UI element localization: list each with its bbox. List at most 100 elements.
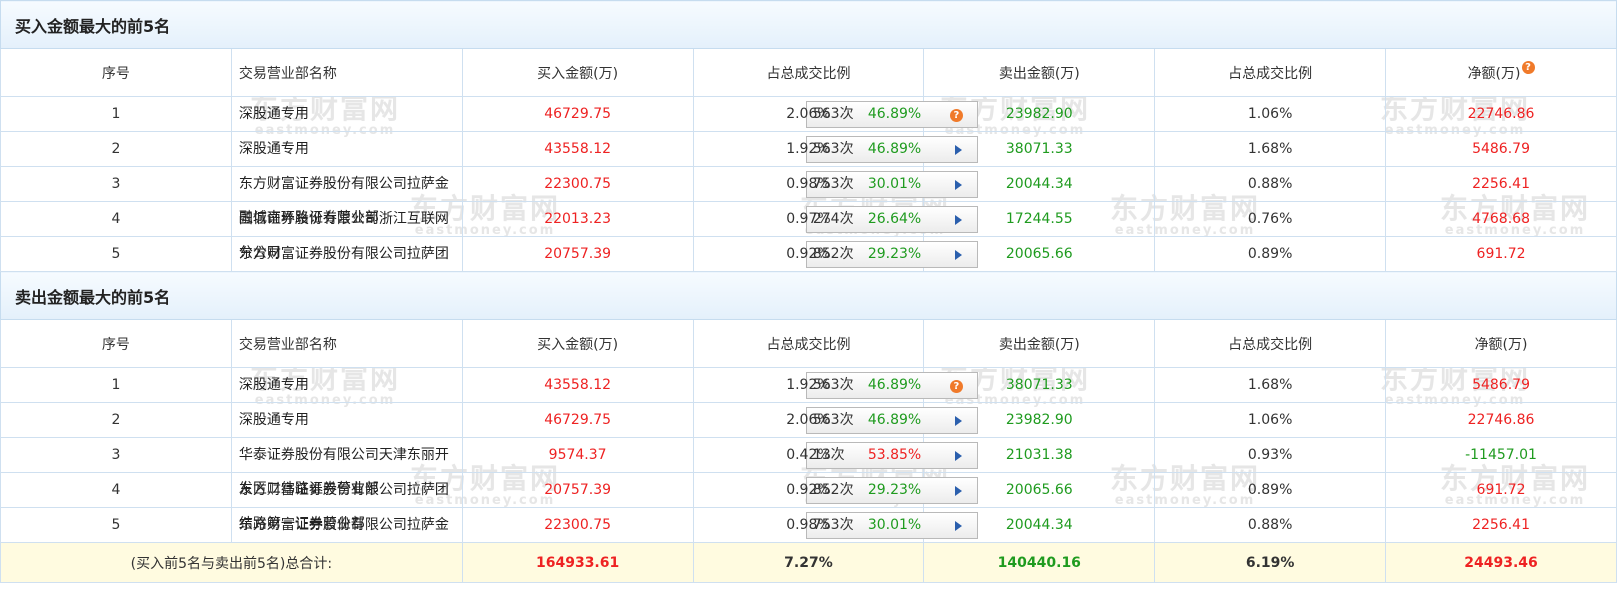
sell-amount: 23982.90 [923, 96, 1156, 132]
total-buy-amount: 164933.61 [461, 542, 694, 583]
buy-amount: 20757.39 [461, 472, 694, 508]
net-amount: -11457.01 [1385, 437, 1617, 473]
net-amount: 2256.41 [1385, 507, 1617, 543]
broker-cell: 东方财富证券股份有限公司拉萨团结路第一证券营业部852次29.23% [230, 236, 978, 296]
broker-cell: 华泰证券股份有限公司天津东丽开发区二纬路证券营业部 13次 53.85% [230, 437, 978, 497]
header-rank: 序号 [0, 319, 232, 368]
broker-cell: 深股通专用 563次 46.89%? [230, 96, 978, 132]
buy-ratio: 0.92% [692, 472, 925, 508]
net-amount: 4768.68 [1385, 201, 1617, 237]
sell-amount: 20065.66 [923, 472, 1156, 508]
table-row: 5东方财富证券股份有限公司拉萨金融城南环路证券营业部753次30.01%2230… [0, 507, 1617, 567]
buy-ratio: 2.06% [692, 96, 925, 132]
buy-amount: 22300.75 [461, 166, 694, 202]
buy-amount: 43558.12 [461, 131, 694, 167]
broker-name-link[interactable]: 深股通专用 [239, 141, 309, 157]
header-net-label: 净额(万) [1474, 336, 1528, 353]
sell-amount: 20065.66 [923, 236, 1156, 272]
header-row: 序号 交易营业部名称 买入金额(万) 占总成交比例 卖出金额(万) 占总成交比例 净额(万)… [0, 48, 1617, 97]
table-row: 2 深股通专用 563次 46.89% 43558.12 1.92% 38071.33 1.6… [0, 131, 1617, 167]
net-amount: 5486.79 [1385, 367, 1617, 403]
buy-amount: 43558.12 [461, 367, 694, 403]
sell-ratio: 1.06% [1154, 96, 1387, 132]
table-row: 5东方财富证券股份有限公司拉萨团结路第一证券营业部852次29.23%20757… [0, 236, 1617, 296]
net-amount: 22746.86 [1385, 96, 1617, 132]
buy-ratio: 0.97% [692, 201, 925, 237]
header-net: 净额(万)? [1385, 48, 1617, 97]
sell-ratio: 0.88% [1154, 507, 1387, 543]
table-row: 2 深股通专用 563次 46.89% 46729.75 2.06% 23982.90 1.0… [0, 402, 1617, 438]
sell-amount: 38071.33 [923, 131, 1156, 167]
section-title: 卖出金额最大的前5名 [0, 271, 1617, 320]
broker-cell: 深股通专用 563次 46.89%? [230, 367, 978, 403]
buy-amount: 22300.75 [461, 507, 694, 543]
broker-name-link[interactable]: 深股通专用 [239, 106, 309, 122]
buy-ratio: 1.92% [692, 367, 925, 403]
help-question-icon[interactable]: ? [1521, 60, 1535, 74]
sell-amount: 20044.34 [923, 166, 1156, 202]
total-label: (买入前5名与卖出前5名)总合计: [0, 542, 463, 583]
net-amount: 22746.86 [1385, 402, 1617, 438]
header-net-label: 净额(万) [1467, 65, 1521, 82]
broker-name-link[interactable]: 深股通专用 [239, 412, 309, 428]
buy-ratio: 1.92% [692, 131, 925, 167]
header-sell-ratio: 占总成交比例 [1154, 48, 1387, 97]
broker-cell: 国信证券股份有限公司浙江互联网分公司 274次 26.64% [230, 201, 978, 261]
broker-cell: 东方财富证券股份有限公司拉萨金融城南环路证券营业部753次30.01% [230, 507, 978, 567]
sell-ratio: 1.06% [1154, 402, 1387, 438]
rank-cell: 4 [0, 472, 232, 508]
sell-ratio: 1.68% [1154, 367, 1387, 403]
total-sell-amount: 140440.16 [923, 542, 1156, 583]
buy-amount: 20757.39 [461, 236, 694, 272]
buy-ratio: 0.98% [692, 507, 925, 543]
header-buy-amount: 买入金额(万) [461, 319, 694, 368]
buy-amount: 46729.75 [461, 96, 694, 132]
buy-section-title-row: 买入金额最大的前5名 [0, 0, 1617, 49]
total-net-amount: 24493.46 [1385, 542, 1617, 583]
rank-cell: 3 [0, 437, 232, 473]
sell-section-title-row: 卖出金额最大的前5名 [0, 271, 1617, 320]
sell-ratio: 0.89% [1154, 472, 1387, 508]
total-sell-ratio: 6.19% [1154, 542, 1387, 583]
rank-cell: 4 [0, 201, 232, 237]
sell-ratio: 0.88% [1154, 166, 1387, 202]
sell-amount: 21031.38 [923, 437, 1156, 473]
buy-ratio: 0.92% [692, 236, 925, 272]
table-row: 1 深股通专用 563次 46.89%? 46729.75 2.06% 23982.90 1.… [0, 96, 1617, 132]
buy-ratio: 0.42% [692, 437, 925, 473]
buy-ratio: 0.98% [692, 166, 925, 202]
sell-ratio: 0.93% [1154, 437, 1387, 473]
header-row: 序号 交易营业部名称 买入金额(万) 占总成交比例 卖出金额(万) 占总成交比例 净额(万) [0, 319, 1617, 368]
section-title: 买入金额最大的前5名 [0, 0, 1617, 49]
buy-ratio: 2.06% [692, 402, 925, 438]
header-sell-amount: 卖出金额(万) [923, 319, 1156, 368]
broker-cell: 深股通专用 563次 46.89% [230, 402, 978, 438]
table-row: 3 华泰证券股份有限公司天津东丽开发区二纬路证券营业部 13次 53.85% 9574.… [0, 437, 1617, 497]
table-row: 1 深股通专用 563次 46.89%? 43558.12 1.92% 38071.33 1.… [0, 367, 1617, 403]
header-rank: 序号 [0, 48, 232, 97]
net-amount: 2256.41 [1385, 166, 1617, 202]
rank-cell: 2 [0, 131, 232, 167]
broker-cell: 深股通专用 563次 46.89% [230, 131, 978, 167]
sell-ratio: 1.68% [1154, 131, 1387, 167]
table-row: 4 东方财富证券股份有限公司拉萨团结路第一证券营业部 852次 29.23% 20757… [0, 472, 1617, 532]
rank-cell: 2 [0, 402, 232, 438]
dragon-tiger-table: 买入金额最大的前5名 序号 交易营业部名称 买入金额(万) 占总成交比例 卖出金额(万) 占… [0, 0, 1617, 583]
sell-amount: 17244.55 [923, 201, 1156, 237]
total-buy-ratio: 7.27% [692, 542, 925, 583]
buy-amount: 22013.23 [461, 201, 694, 237]
table-row: 3 东方财富证券股份有限公司拉萨金融城南环路证券营业部 753次 30.01% 2230… [0, 166, 1617, 226]
rank-cell: 3 [0, 166, 232, 202]
sell-ratio: 0.89% [1154, 236, 1387, 272]
total-row: (买入前5名与卖出前5名)总合计: 164933.61 7.27% 140440.16… [0, 542, 1617, 583]
sell-amount: 38071.33 [923, 367, 1156, 403]
sell-ratio: 0.76% [1154, 201, 1387, 237]
broker-name-link[interactable]: 深股通专用 [239, 377, 309, 393]
sell-amount: 20044.34 [923, 507, 1156, 543]
header-net: 净额(万) [1385, 319, 1617, 368]
rank-cell: 1 [0, 367, 232, 403]
header-sell-ratio: 占总成交比例 [1154, 319, 1387, 368]
net-amount: 691.72 [1385, 236, 1617, 272]
header-buy-ratio: 占总成交比例 [692, 48, 925, 97]
broker-cell: 东方财富证券股份有限公司拉萨团结路第一证券营业部852次29.23% [230, 472, 978, 532]
